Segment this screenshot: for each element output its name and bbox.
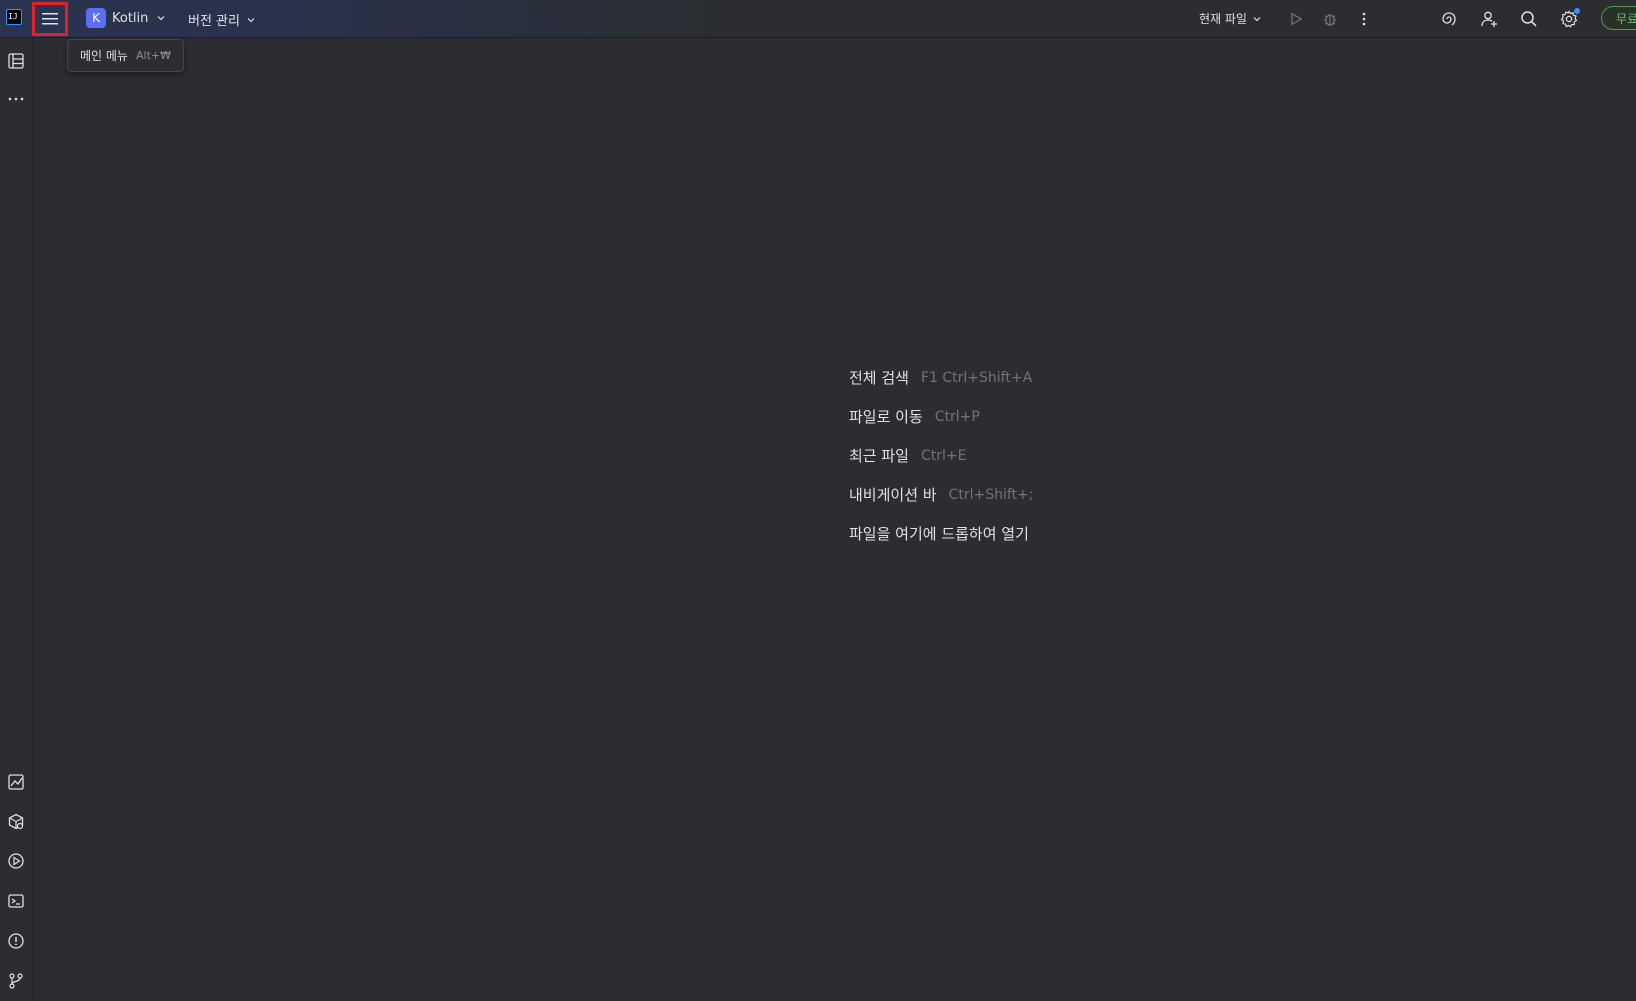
ai-spiral-icon [1442,12,1456,26]
vertical-dots-icon [1362,12,1366,26]
terminal-icon [8,894,24,908]
search-icon [1521,11,1537,27]
chevron-down-icon [157,16,165,21]
hint-label: 내비게이션 바 [849,486,937,504]
problems-tool-button[interactable] [4,929,28,953]
hint-navigation-bar: 내비게이션 바 Ctrl+Shift+; [849,484,1041,523]
hint-shortcut: Ctrl+P [934,409,980,425]
services-icon [8,813,24,830]
vcs-menu[interactable]: 버전 관리 [188,10,256,29]
hint-label: 파일을 여기에 드롭하여 열기 [849,525,1029,543]
project-name: Kotlin [112,10,149,26]
hint-drop-files: 파일을 여기에 드롭하여 열기 [849,523,1041,562]
chevron-down-icon [1253,16,1261,21]
more-tool-windows-button[interactable] [4,87,28,111]
debug-button[interactable] [1318,7,1342,31]
hint-shortcut: F1 Ctrl+Shift+A [920,370,1033,386]
run-config-label: 현재 파일 [1199,12,1247,26]
welcome-hints: 전체 검색 F1 Ctrl+Shift+A 파일로 이동 Ctrl+P 최근 파… [849,367,1041,562]
run-icon [1291,12,1303,26]
settings-button[interactable] [1557,7,1581,31]
project-tool-button[interactable] [4,49,28,73]
add-user-icon [1481,11,1497,27]
profiler-icon [8,774,24,790]
left-tool-window-strip [0,38,34,1001]
main-menu-tooltip: 메인 메뉴 Alt+₩ [67,39,184,72]
hint-label: 최근 파일 [849,447,909,465]
main-menu-button[interactable] [32,2,68,36]
problems-icon [8,933,24,949]
services-tool-button[interactable] [4,810,28,834]
vcs-label: 버전 관리 [188,14,240,29]
hint-shortcut: Ctrl+E [920,448,967,464]
hint-shortcut: Ctrl+Shift+; [948,487,1034,503]
hint-recent-files: 최근 파일 Ctrl+E [849,445,1041,484]
hint-label: 전체 검색 [849,369,909,387]
git-icon [9,973,23,989]
terminal-tool-button[interactable] [4,889,28,913]
git-tool-button[interactable] [4,969,28,993]
ai-assistant-button[interactable] [1437,7,1461,31]
upgrade-button[interactable]: 무료 [1601,6,1636,30]
chevron-down-icon [247,17,255,22]
more-icon [8,97,24,101]
hint-label: 파일로 이동 [849,408,923,426]
more-actions-button[interactable] [1352,7,1376,31]
tooltip-shortcut: Alt+₩ [135,49,171,62]
title-bar: IJ K Kotlin 버전 관리 현재 파일 무료 [0,0,1636,38]
notification-dot [1574,8,1580,14]
run-tool-button[interactable] [4,849,28,873]
debug-icon [1324,14,1336,26]
app-logo-icon[interactable]: IJ [6,9,22,25]
tooltip-label: 메인 메뉴 [80,49,128,63]
hamburger-menu-icon [42,13,58,25]
code-with-me-button[interactable] [1477,7,1501,31]
run-circle-icon [8,853,24,869]
empty-editor-area[interactable] [34,38,1636,1001]
profiler-tool-button[interactable] [4,770,28,794]
project-structure-icon [8,53,24,69]
hint-go-to-file: 파일로 이동 Ctrl+P [849,406,1041,445]
run-button[interactable] [1284,7,1308,31]
project-badge: K [86,8,106,28]
run-configuration-selector[interactable]: 현재 파일 [1199,10,1262,27]
project-selector[interactable]: K Kotlin [86,8,166,28]
search-everywhere-button[interactable] [1517,7,1541,31]
hint-search-everywhere: 전체 검색 F1 Ctrl+Shift+A [849,367,1041,406]
